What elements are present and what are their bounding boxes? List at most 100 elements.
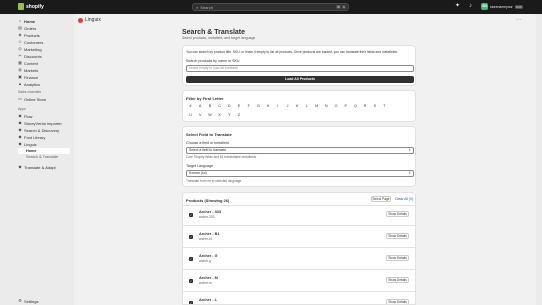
linguix-icon: ◆ bbox=[18, 141, 22, 146]
apps-label[interactable]: Apps bbox=[18, 107, 26, 111]
letter-filter-q[interactable]: Q bbox=[352, 103, 359, 110]
letter-filter-o[interactable]: O bbox=[333, 103, 340, 110]
sidebar-app-translate-adapt[interactable]: ◆ Translate & Adapt bbox=[18, 164, 55, 170]
search-discovery-icon: ◆ bbox=[18, 127, 22, 132]
search-card: You can search by product title, SKU, or… bbox=[182, 45, 416, 86]
letter-filter-hash[interactable]: # bbox=[187, 103, 194, 110]
markets-icon: ◍ bbox=[18, 67, 22, 72]
letter-filter-k[interactable]: K bbox=[294, 103, 301, 110]
show-details-button[interactable]: Show Details bbox=[386, 277, 409, 283]
sidebar-item-online-store[interactable]: ▭ Online Store bbox=[18, 96, 46, 102]
letter-filter-t[interactable]: T bbox=[381, 103, 388, 110]
sidebar-subitem-search-translate[interactable]: Search & Translate bbox=[18, 154, 70, 160]
letter-filter-v[interactable]: V bbox=[197, 112, 204, 119]
more-options-icon[interactable]: ··· bbox=[516, 17, 521, 23]
discounts-icon: ✂ bbox=[18, 53, 22, 58]
online-store-icon: ▭ bbox=[18, 96, 22, 101]
letter-filter-w[interactable]: W bbox=[206, 112, 213, 119]
letter-filter-x[interactable]: X bbox=[216, 112, 223, 119]
field-label: Choose a field or metafield bbox=[186, 141, 229, 145]
sidebar-app-search-discovery[interactable]: ◆ Search & Discovery bbox=[18, 127, 59, 133]
sidebar-item-analytics[interactable]: ▲ Analytics bbox=[18, 81, 40, 87]
shortcut-hint: ⌘ K bbox=[335, 5, 346, 9]
letter-filter-z[interactable]: Z bbox=[236, 112, 243, 119]
field-help: Core Shopify fields and 81 translatable … bbox=[186, 155, 257, 159]
load-all-products-button[interactable]: Load All Products bbox=[186, 76, 414, 83]
row-divider bbox=[183, 291, 415, 292]
show-details-button[interactable]: Show Details bbox=[386, 255, 409, 261]
letter-filter-g[interactable]: G bbox=[255, 103, 262, 110]
select-page-button[interactable]: Select Page bbox=[371, 196, 391, 202]
products-icon: ◈ bbox=[18, 32, 22, 37]
product-checkbox[interactable]: ✓ bbox=[189, 213, 193, 217]
sidebar-item-settings[interactable]: ⚙ Settings bbox=[18, 298, 38, 304]
sidekick-icon[interactable]: ✦ bbox=[454, 3, 461, 10]
sidebar-item-markets[interactable]: ◍ Markets bbox=[18, 67, 38, 73]
marketing-icon: ◎ bbox=[18, 46, 22, 51]
letter-filter-n[interactable]: N bbox=[323, 103, 330, 110]
letter-filter-r[interactable]: R bbox=[362, 103, 369, 110]
shopify-logo[interactable]: shopify bbox=[18, 3, 44, 10]
product-checkbox[interactable]: ✓ bbox=[189, 257, 193, 261]
product-checkbox[interactable]: ✓ bbox=[189, 301, 193, 304]
show-details-button[interactable]: Show Details bbox=[386, 299, 409, 304]
language-label: Target Language bbox=[186, 164, 213, 168]
finance-icon: ▣ bbox=[18, 74, 22, 79]
product-checkbox[interactable]: ✓ bbox=[189, 235, 193, 239]
show-details-button[interactable]: Show Details bbox=[386, 211, 409, 217]
global-search-input[interactable]: ⌕ Search ⌘ K bbox=[192, 3, 349, 11]
sidebar-app-flow[interactable]: ◆ Flow bbox=[18, 113, 32, 119]
products-card: Products (Showing 26) Select Page Clear … bbox=[182, 192, 416, 305]
sidebar-item-products[interactable]: ◈ Products bbox=[18, 32, 39, 38]
store-avatar: SN bbox=[481, 3, 488, 10]
letter-filter-j[interactable]: J bbox=[284, 103, 291, 110]
clear-all-link[interactable]: Clear All (0) bbox=[395, 197, 413, 201]
letter-filter-l[interactable]: L bbox=[303, 103, 310, 110]
product-handle: archer-g bbox=[199, 259, 211, 263]
sidebar-item-marketing[interactable]: ◎ Marketing bbox=[18, 46, 41, 52]
product-checkbox[interactable]: ✓ bbox=[189, 279, 193, 283]
letter-filter-m[interactable]: M bbox=[313, 103, 320, 110]
sidebar-item-customers[interactable]: ☺ Customers bbox=[18, 39, 43, 45]
letter-filter-h[interactable]: H bbox=[265, 103, 272, 110]
field-select[interactable]: Select a field to translate ⇕ bbox=[186, 147, 414, 154]
notifications-bell-icon[interactable]: ♪ bbox=[467, 3, 474, 10]
app-name: Linguix bbox=[85, 17, 101, 23]
search-label: Search products by name or SKU bbox=[186, 59, 240, 63]
sidebar-item-home[interactable]: ⌂ Home bbox=[18, 18, 35, 24]
store-menu[interactable]: SN storenameyour SNS bbox=[481, 3, 523, 10]
store-badge: SNS bbox=[514, 4, 523, 9]
shopify-bag-icon bbox=[18, 3, 24, 10]
search-icon: ⌕ bbox=[196, 4, 199, 10]
letter-filter-c[interactable]: C bbox=[216, 103, 223, 110]
sidebar-item-discounts[interactable]: ✂ Discounts bbox=[18, 53, 41, 59]
letter-filter-f[interactable]: F bbox=[245, 103, 252, 110]
sidebar-item-orders[interactable]: ▤ Orders bbox=[18, 25, 36, 31]
letter-filter-p[interactable]: P bbox=[342, 103, 349, 110]
app-header: Linguix bbox=[78, 17, 101, 23]
language-help: Translate from en to selected language bbox=[186, 179, 242, 183]
orders-icon: ▤ bbox=[18, 25, 22, 30]
sidebar-item-content[interactable]: ▦ Content bbox=[18, 60, 38, 66]
product-search-input[interactable]: Leave empty to load all products bbox=[186, 65, 414, 72]
letter-filter-a[interactable]: A bbox=[197, 103, 204, 110]
letter-filter-d[interactable]: D bbox=[226, 103, 233, 110]
sidebar-app-storeyventa-importer[interactable]: ◆ StoreyVenta Importer bbox=[18, 120, 61, 126]
letter-filter-b[interactable]: B bbox=[206, 103, 213, 110]
letter-filter-s[interactable]: S bbox=[371, 103, 378, 110]
sales-channels-label[interactable]: Sales channels bbox=[18, 90, 41, 94]
sidebar-app-font-library[interactable]: ◆ Font Library bbox=[18, 134, 45, 140]
language-select[interactable]: Korean (ko) ⇕ bbox=[186, 170, 414, 177]
product-title: Archer - B1 bbox=[199, 232, 220, 236]
product-title: Archer - M bbox=[199, 276, 218, 280]
letter-filter-i[interactable]: I bbox=[274, 103, 281, 110]
show-details-button[interactable]: Show Details bbox=[386, 233, 409, 239]
sidebar-app-linguix[interactable]: ◆ Linguix bbox=[18, 141, 36, 147]
sidebar-item-finance[interactable]: ▣ Finance bbox=[18, 74, 38, 80]
top-bar: shopify ⌕ Search ⌘ K ✦ ♪ SN storenameyou… bbox=[0, 0, 542, 14]
letter-filter-e[interactable]: E bbox=[236, 103, 243, 110]
letter-filter-u[interactable]: U bbox=[187, 112, 194, 119]
linguix-logo-icon bbox=[78, 17, 83, 23]
products-title: Products (Showing 26) bbox=[186, 198, 230, 203]
letter-filter-y[interactable]: Y bbox=[226, 112, 233, 119]
